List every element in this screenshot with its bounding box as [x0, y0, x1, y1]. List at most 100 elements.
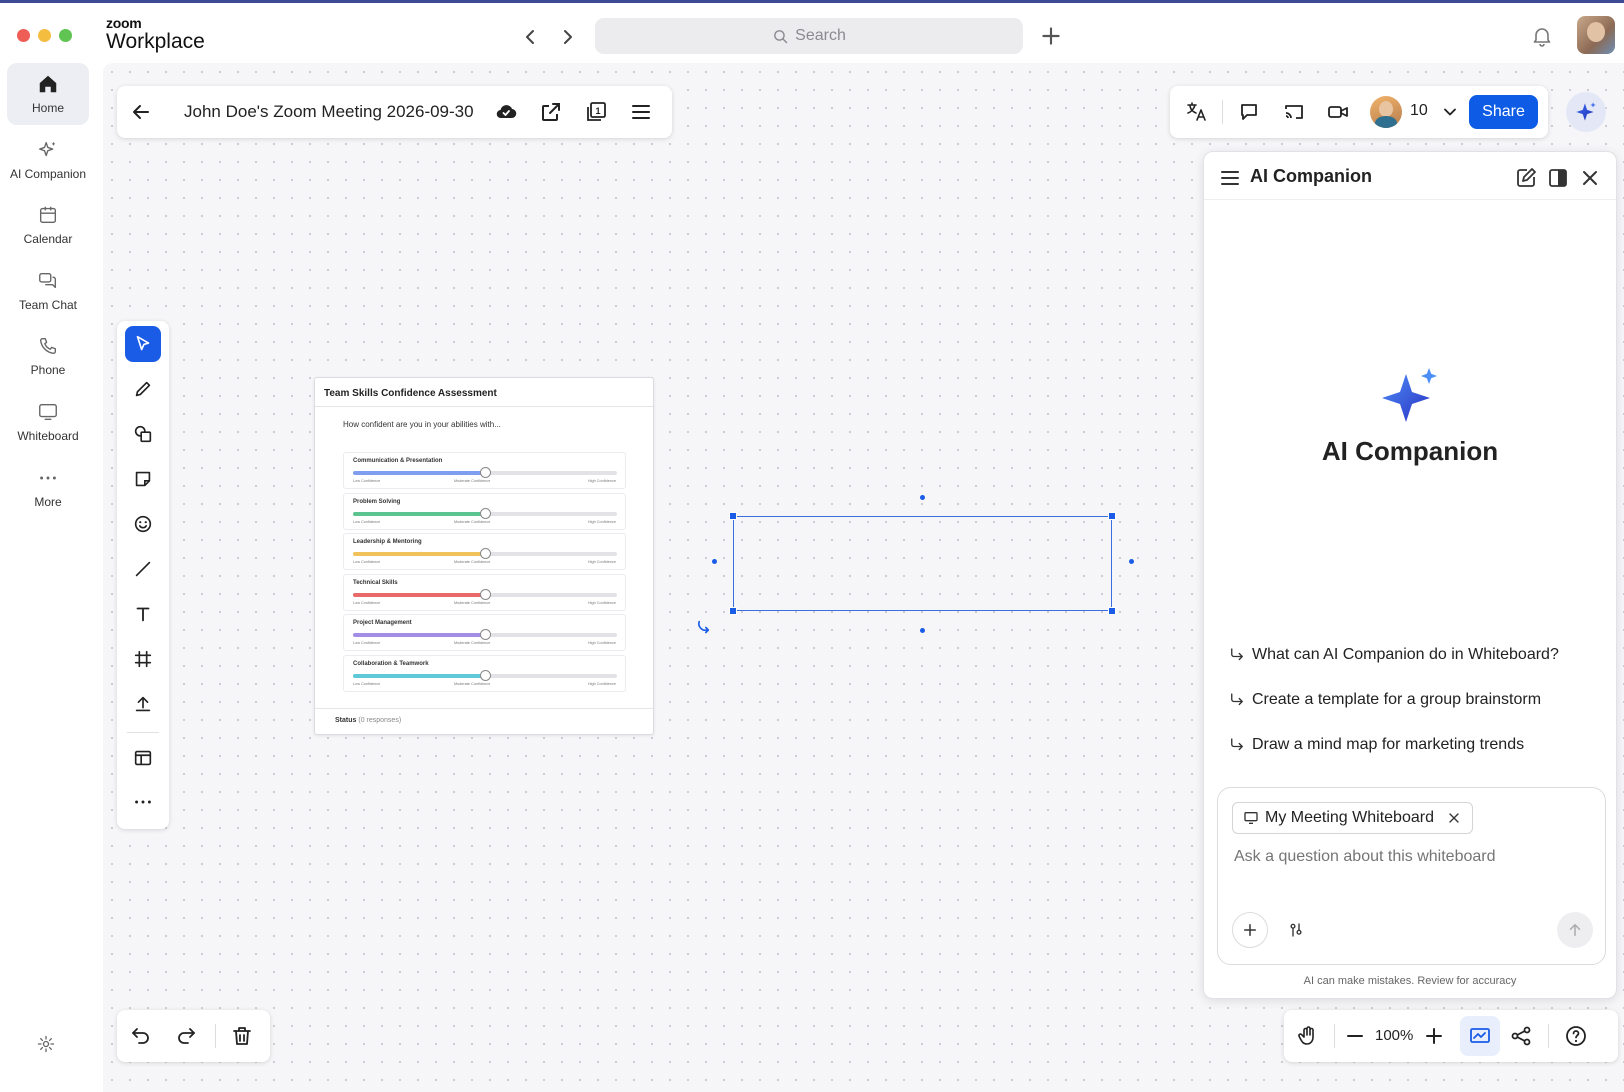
- ai-settings-button[interactable]: [1278, 912, 1314, 948]
- connector-dot[interactable]: [920, 628, 925, 633]
- suggestion-item[interactable]: Create a template for a group brainstorm: [1228, 691, 1541, 709]
- slider-knob[interactable]: [480, 669, 491, 681]
- sidebar-item-ai-companion[interactable]: AI Companion: [7, 129, 89, 191]
- maximize-window-button[interactable]: [59, 29, 72, 42]
- emoji-tool[interactable]: [125, 506, 161, 542]
- collaborate-button[interactable]: [1182, 98, 1210, 126]
- upload-tool[interactable]: [125, 686, 161, 722]
- suggestion-item[interactable]: Draw a mind map for marketing trends: [1228, 736, 1524, 754]
- slider-knob[interactable]: [480, 467, 491, 478]
- zoom-out-button[interactable]: [1343, 1024, 1367, 1048]
- slider-knob[interactable]: [480, 588, 491, 600]
- frame-tool[interactable]: [125, 641, 161, 677]
- confidence-slider[interactable]: [353, 669, 617, 681]
- confidence-slider[interactable]: [353, 588, 617, 600]
- menu-button[interactable]: [627, 98, 655, 126]
- selected-shape[interactable]: [733, 516, 1112, 611]
- ai-history-button[interactable]: [1218, 166, 1242, 190]
- sidebar-item-team-chat[interactable]: Team Chat: [7, 260, 89, 322]
- attach-button[interactable]: [1232, 912, 1268, 948]
- share-button[interactable]: Share: [1469, 95, 1538, 129]
- connector-dot[interactable]: [712, 559, 717, 564]
- dock-panel-button[interactable]: [1546, 166, 1570, 190]
- redo-button[interactable]: [172, 1022, 200, 1050]
- new-button[interactable]: [1038, 23, 1064, 49]
- resize-handle[interactable]: [1108, 607, 1116, 615]
- slider-knob[interactable]: [480, 548, 491, 559]
- assessment-card[interactable]: Team Skills Confidence Assessment How co…: [314, 377, 654, 735]
- line-tool[interactable]: [125, 551, 161, 587]
- assessment-row[interactable]: Collaboration & Teamwork Low Confidence Mo…: [343, 654, 626, 692]
- close-panel-button[interactable]: [1578, 166, 1602, 190]
- scale-label: Moderate Confidence: [454, 560, 491, 564]
- shapes-tool[interactable]: [125, 416, 161, 452]
- back-button[interactable]: [127, 98, 155, 126]
- slider-fill: [353, 552, 485, 556]
- participants-dropdown[interactable]: [1440, 102, 1460, 122]
- user-avatar[interactable]: [1577, 16, 1615, 54]
- resize-handle[interactable]: [729, 512, 737, 520]
- context-chip[interactable]: My Meeting Whiteboard: [1232, 802, 1473, 834]
- assessment-row[interactable]: Leadership & Mentoring Low Confidence Mode…: [343, 533, 626, 570]
- pen-tool[interactable]: [125, 371, 161, 407]
- mind-map-button[interactable]: [1507, 1022, 1535, 1050]
- zoom-level[interactable]: 100%: [1375, 1027, 1413, 1044]
- select-tool[interactable]: [125, 326, 161, 362]
- text-tool[interactable]: [125, 596, 161, 632]
- confidence-slider[interactable]: [353, 629, 617, 640]
- sidebar-item-home[interactable]: Home: [7, 63, 89, 125]
- comments-button[interactable]: [1235, 98, 1263, 126]
- confidence-slider[interactable]: [353, 548, 617, 559]
- send-button[interactable]: [1557, 912, 1593, 948]
- search-bar[interactable]: Search: [595, 18, 1023, 54]
- rotate-handle-icon[interactable]: [695, 615, 715, 635]
- video-button[interactable]: [1324, 98, 1352, 126]
- suggestion-item[interactable]: What can AI Companion do in Whiteboard?: [1228, 646, 1559, 664]
- more-tools-button[interactable]: [125, 784, 161, 820]
- confidence-slider[interactable]: [353, 507, 617, 519]
- sidebar-item-phone[interactable]: Phone: [7, 325, 89, 387]
- cloud-save-button[interactable]: [492, 98, 520, 126]
- sticky-note-tool[interactable]: [125, 461, 161, 497]
- resize-handle[interactable]: [729, 607, 737, 615]
- slider-knob[interactable]: [480, 629, 491, 640]
- cast-icon: [1285, 105, 1303, 119]
- sidebar-item-calendar[interactable]: Calendar: [7, 194, 89, 256]
- slider-knob[interactable]: [480, 507, 491, 519]
- undo-button[interactable]: [127, 1022, 155, 1050]
- sidebar-item-whiteboard[interactable]: Whiteboard: [7, 391, 89, 453]
- participant-avatar[interactable]: [1370, 96, 1402, 128]
- confidence-slider[interactable]: [353, 467, 617, 478]
- sidebar-item-label: Calendar: [23, 232, 73, 246]
- forward-nav-button[interactable]: [556, 25, 580, 49]
- trash-icon: [233, 1027, 251, 1045]
- minimize-window-button[interactable]: [38, 29, 51, 42]
- assessment-row[interactable]: Problem Solving Low Confidence Moderate Co…: [343, 492, 626, 530]
- delete-button[interactable]: [228, 1022, 256, 1050]
- sidebar-item-more[interactable]: More: [7, 457, 89, 519]
- connector-dot[interactable]: [1129, 559, 1134, 564]
- help-button[interactable]: [1562, 1022, 1590, 1050]
- pages-button[interactable]: 1: [580, 96, 612, 128]
- open-external-button[interactable]: [537, 98, 565, 126]
- new-chat-button[interactable]: [1514, 166, 1538, 190]
- resize-handle[interactable]: [1108, 512, 1116, 520]
- cast-button[interactable]: [1280, 98, 1308, 126]
- whiteboard-title[interactable]: John Doe's Zoom Meeting 2026-09-30: [184, 102, 474, 122]
- zoom-in-button[interactable]: [1422, 1024, 1446, 1048]
- settings-button[interactable]: [36, 1034, 58, 1056]
- back-nav-button[interactable]: [518, 25, 542, 49]
- assessment-row[interactable]: Project Management Low Confidence Moderate…: [343, 614, 626, 651]
- ai-companion-launcher[interactable]: [1566, 92, 1606, 132]
- pan-tool[interactable]: [1294, 1022, 1322, 1050]
- connector-dot[interactable]: [920, 495, 925, 500]
- minimap-button[interactable]: [1460, 1016, 1500, 1056]
- close-window-button[interactable]: [17, 29, 30, 42]
- assessment-row[interactable]: Communication & Presentation Low Confiden…: [343, 452, 626, 489]
- close-icon[interactable]: [1446, 810, 1462, 826]
- assessment-row[interactable]: Technical Skills Low Confidence Moderate C…: [343, 573, 626, 611]
- notifications-button[interactable]: [1530, 24, 1554, 48]
- ai-question-input[interactable]: [1234, 848, 1584, 866]
- scale-label: High Confidence: [587, 641, 616, 645]
- templates-tool[interactable]: [125, 740, 161, 776]
